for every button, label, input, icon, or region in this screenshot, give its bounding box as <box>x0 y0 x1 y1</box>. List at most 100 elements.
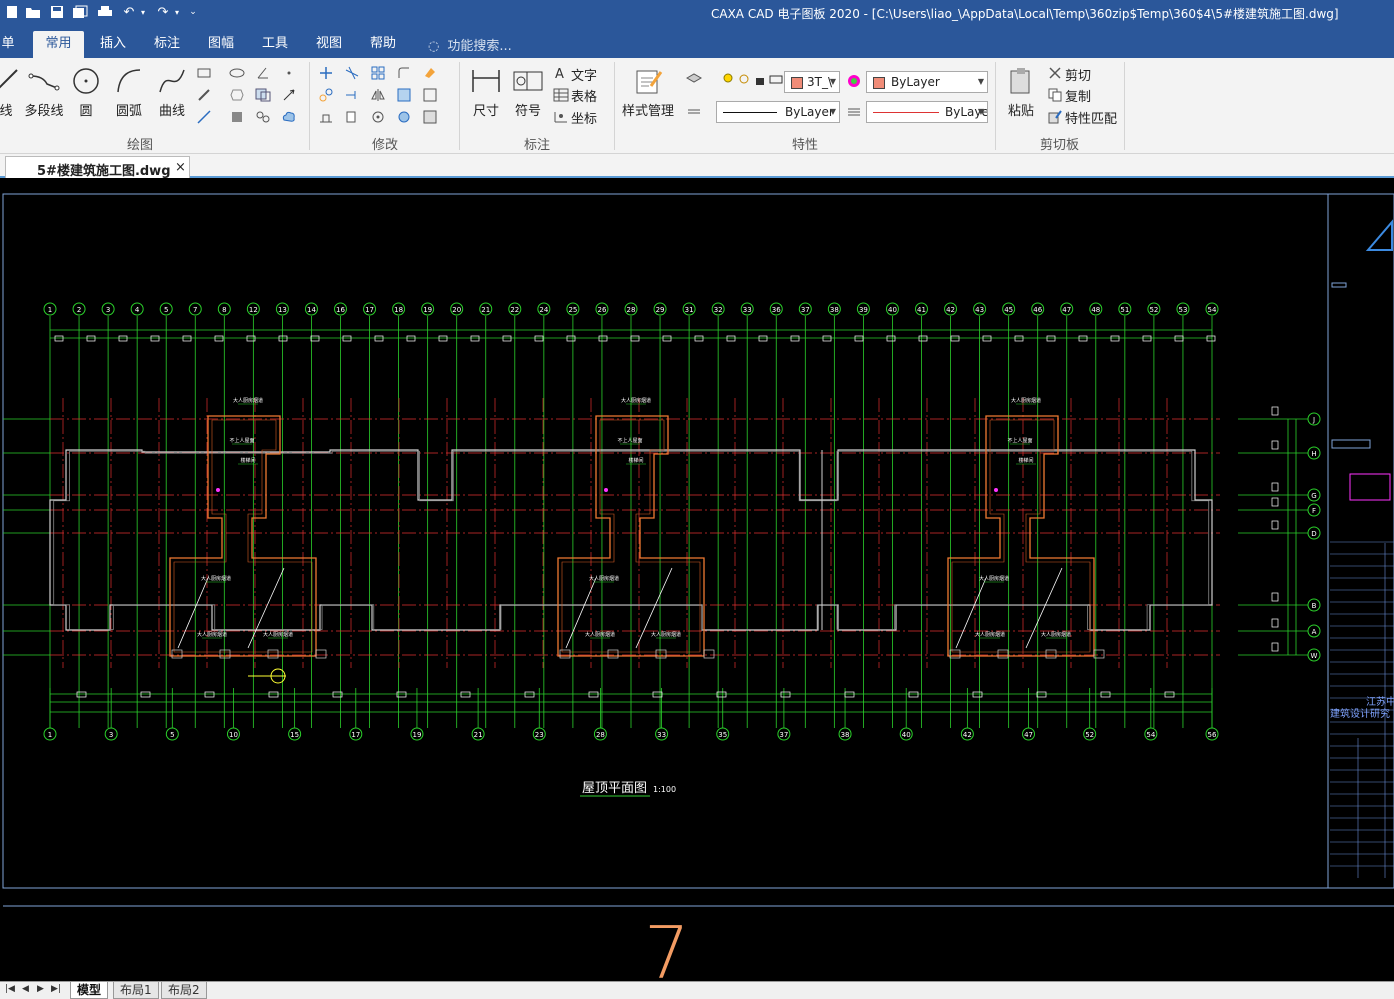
lineweight-dropdown[interactable]: ByLayе ▼ <box>866 101 988 123</box>
tab-model[interactable]: 模型 <box>70 982 109 999</box>
dimension-text-box <box>918 335 928 342</box>
hatch-icon[interactable] <box>253 86 273 104</box>
color-dropdown[interactable]: ByLayer ▼ <box>866 71 988 93</box>
roof-drain <box>216 488 220 492</box>
fillet-icon[interactable] <box>394 64 414 82</box>
move-icon[interactable] <box>316 64 336 82</box>
angle-line-icon[interactable] <box>253 64 273 82</box>
coordinate-button-label[interactable]: 坐标 <box>571 108 597 127</box>
feature-search[interactable]: ◌ 功能搜索... <box>428 35 512 54</box>
offset-icon[interactable] <box>342 108 362 126</box>
cut-button-label[interactable]: 剪切 <box>1065 65 1091 84</box>
open-folder-icon[interactable] <box>24 3 42 21</box>
curve-button[interactable]: 曲线 <box>153 64 191 119</box>
drain-outlet <box>315 649 327 659</box>
axis-bubble-label: H <box>1311 450 1316 458</box>
rectangle-icon[interactable] <box>194 64 214 82</box>
copy-object-icon[interactable] <box>316 86 336 104</box>
tab-help[interactable]: 帮助 <box>364 31 402 58</box>
table-button-label[interactable]: 表格 <box>571 86 597 105</box>
tab-view[interactable]: 视图 <box>310 31 348 58</box>
chamfer-icon[interactable] <box>420 86 440 104</box>
room-label: 大人厨房烟道 <box>651 631 681 638</box>
line-width-list-icon[interactable] <box>684 103 704 121</box>
cloud-line-icon[interactable] <box>279 108 299 126</box>
explode-icon[interactable] <box>394 108 414 126</box>
lineweight-icon[interactable] <box>844 103 864 121</box>
print-icon[interactable] <box>96 3 114 21</box>
prev-layout-icon[interactable]: ◀ <box>22 984 29 994</box>
last-layout-icon[interactable]: ▶| <box>51 984 61 994</box>
first-layout-icon[interactable]: |◀ <box>5 984 15 994</box>
mirror-icon[interactable] <box>368 86 388 104</box>
circle-button[interactable]: 圆 <box>68 64 104 119</box>
redo-dropdown-icon[interactable]: ▾ <box>172 3 182 21</box>
rotate-icon[interactable] <box>368 108 388 126</box>
style-manager-button[interactable]: 样式管理 <box>620 64 676 119</box>
dimension-button[interactable]: 尺寸 <box>466 64 506 119</box>
copy-icon[interactable] <box>1045 86 1065 104</box>
ellipse-icon[interactable] <box>227 64 247 82</box>
color-wheel-icon[interactable] <box>844 72 864 90</box>
dimension-text-box <box>1078 335 1088 342</box>
coordinate-icon[interactable] <box>551 108 571 126</box>
document-tab[interactable]: 5#楼建筑施工图.dwg × <box>5 156 190 179</box>
region-icon[interactable] <box>253 108 273 126</box>
tab-sheet[interactable]: 图幅 <box>202 31 240 58</box>
array-icon[interactable] <box>368 64 388 82</box>
customize-toolbar-icon[interactable]: ⌄ <box>187 3 199 21</box>
scissors-icon[interactable] <box>1045 64 1065 82</box>
tab-layout1[interactable]: 布局1 <box>113 982 159 999</box>
construction-line-icon[interactable] <box>194 108 214 126</box>
tab-insert[interactable]: 插入 <box>94 31 132 58</box>
tab-layout2[interactable]: 布局2 <box>161 982 207 999</box>
stretch-icon[interactable] <box>316 108 336 126</box>
copy-button-label[interactable]: 复制 <box>1065 86 1091 105</box>
new-file-icon[interactable] <box>3 3 21 21</box>
dimension-text-box <box>268 691 279 698</box>
axis-bubble-label: 28 <box>596 731 605 739</box>
save-all-icon[interactable] <box>71 3 89 21</box>
axis-bubble-label: 1 <box>48 306 52 314</box>
text-icon[interactable]: A <box>551 64 571 82</box>
point-icon[interactable] <box>279 64 299 82</box>
undo-icon[interactable]: ↶ <box>120 3 138 21</box>
break-icon[interactable] <box>420 108 440 126</box>
dimension-text-box <box>246 335 256 342</box>
close-icon[interactable]: × <box>175 160 186 175</box>
arc-button[interactable]: 圆弧 <box>110 64 148 119</box>
undo-dropdown-icon[interactable]: ▾ <box>138 3 148 21</box>
tab-tools[interactable]: 工具 <box>256 31 294 58</box>
match-properties-icon[interactable] <box>1045 108 1065 126</box>
axis-bubble-label: 33 <box>657 731 666 739</box>
wipeout-icon[interactable] <box>227 108 247 126</box>
extend-icon[interactable] <box>342 86 362 104</box>
redo-icon[interactable]: ↷ <box>154 3 172 21</box>
layer-state-icon[interactable] <box>684 70 704 88</box>
tab-common[interactable]: 常用 <box>33 31 84 58</box>
eraser-icon[interactable] <box>420 64 440 82</box>
pen-icon[interactable] <box>194 86 214 104</box>
paste-button[interactable]: 粘贴 <box>1003 64 1039 119</box>
layer-dropdown[interactable]: 3T_\ ▼ <box>784 71 840 93</box>
scale-icon[interactable] <box>394 86 414 104</box>
trim-icon[interactable] <box>342 64 362 82</box>
linetype-dropdown[interactable]: ByLayer ▼ <box>716 101 840 123</box>
axis-bubble-label: 37 <box>801 306 810 314</box>
match-properties-label[interactable]: 特性匹配 <box>1065 108 1117 127</box>
drawing-svg: 大人厨房烟道不上人屋面楼梯间大人厨房烟道大人厨房烟道 大人厨房烟道大人厨房烟道不上… <box>2 193 1394 981</box>
title-block-company: 江苏中 <box>1366 695 1394 708</box>
text-button-label[interactable]: 文字 <box>571 65 597 84</box>
symbol-button[interactable]: 符号 <box>508 64 548 119</box>
tab-menu[interactable]: 单 <box>0 31 16 58</box>
table-icon[interactable] <box>551 86 571 104</box>
polygon-icon[interactable] <box>227 86 247 104</box>
next-layout-icon[interactable]: ▶ <box>37 984 44 994</box>
tab-annotate[interactable]: 标注 <box>148 31 186 58</box>
dimension-text-box <box>76 691 87 698</box>
polyline-button[interactable]: 多段线 <box>23 64 65 119</box>
drawing-canvas[interactable]: 大人厨房烟道 不上人屋面 楼梯间 大人厨房烟道 大人厨房烟道 大人厨房烟道 大人厨房烟道 不上… <box>0 178 1394 981</box>
axis-bubble-label: 21 <box>481 306 490 314</box>
arrow-icon[interactable] <box>279 86 299 104</box>
save-icon[interactable] <box>48 3 66 21</box>
